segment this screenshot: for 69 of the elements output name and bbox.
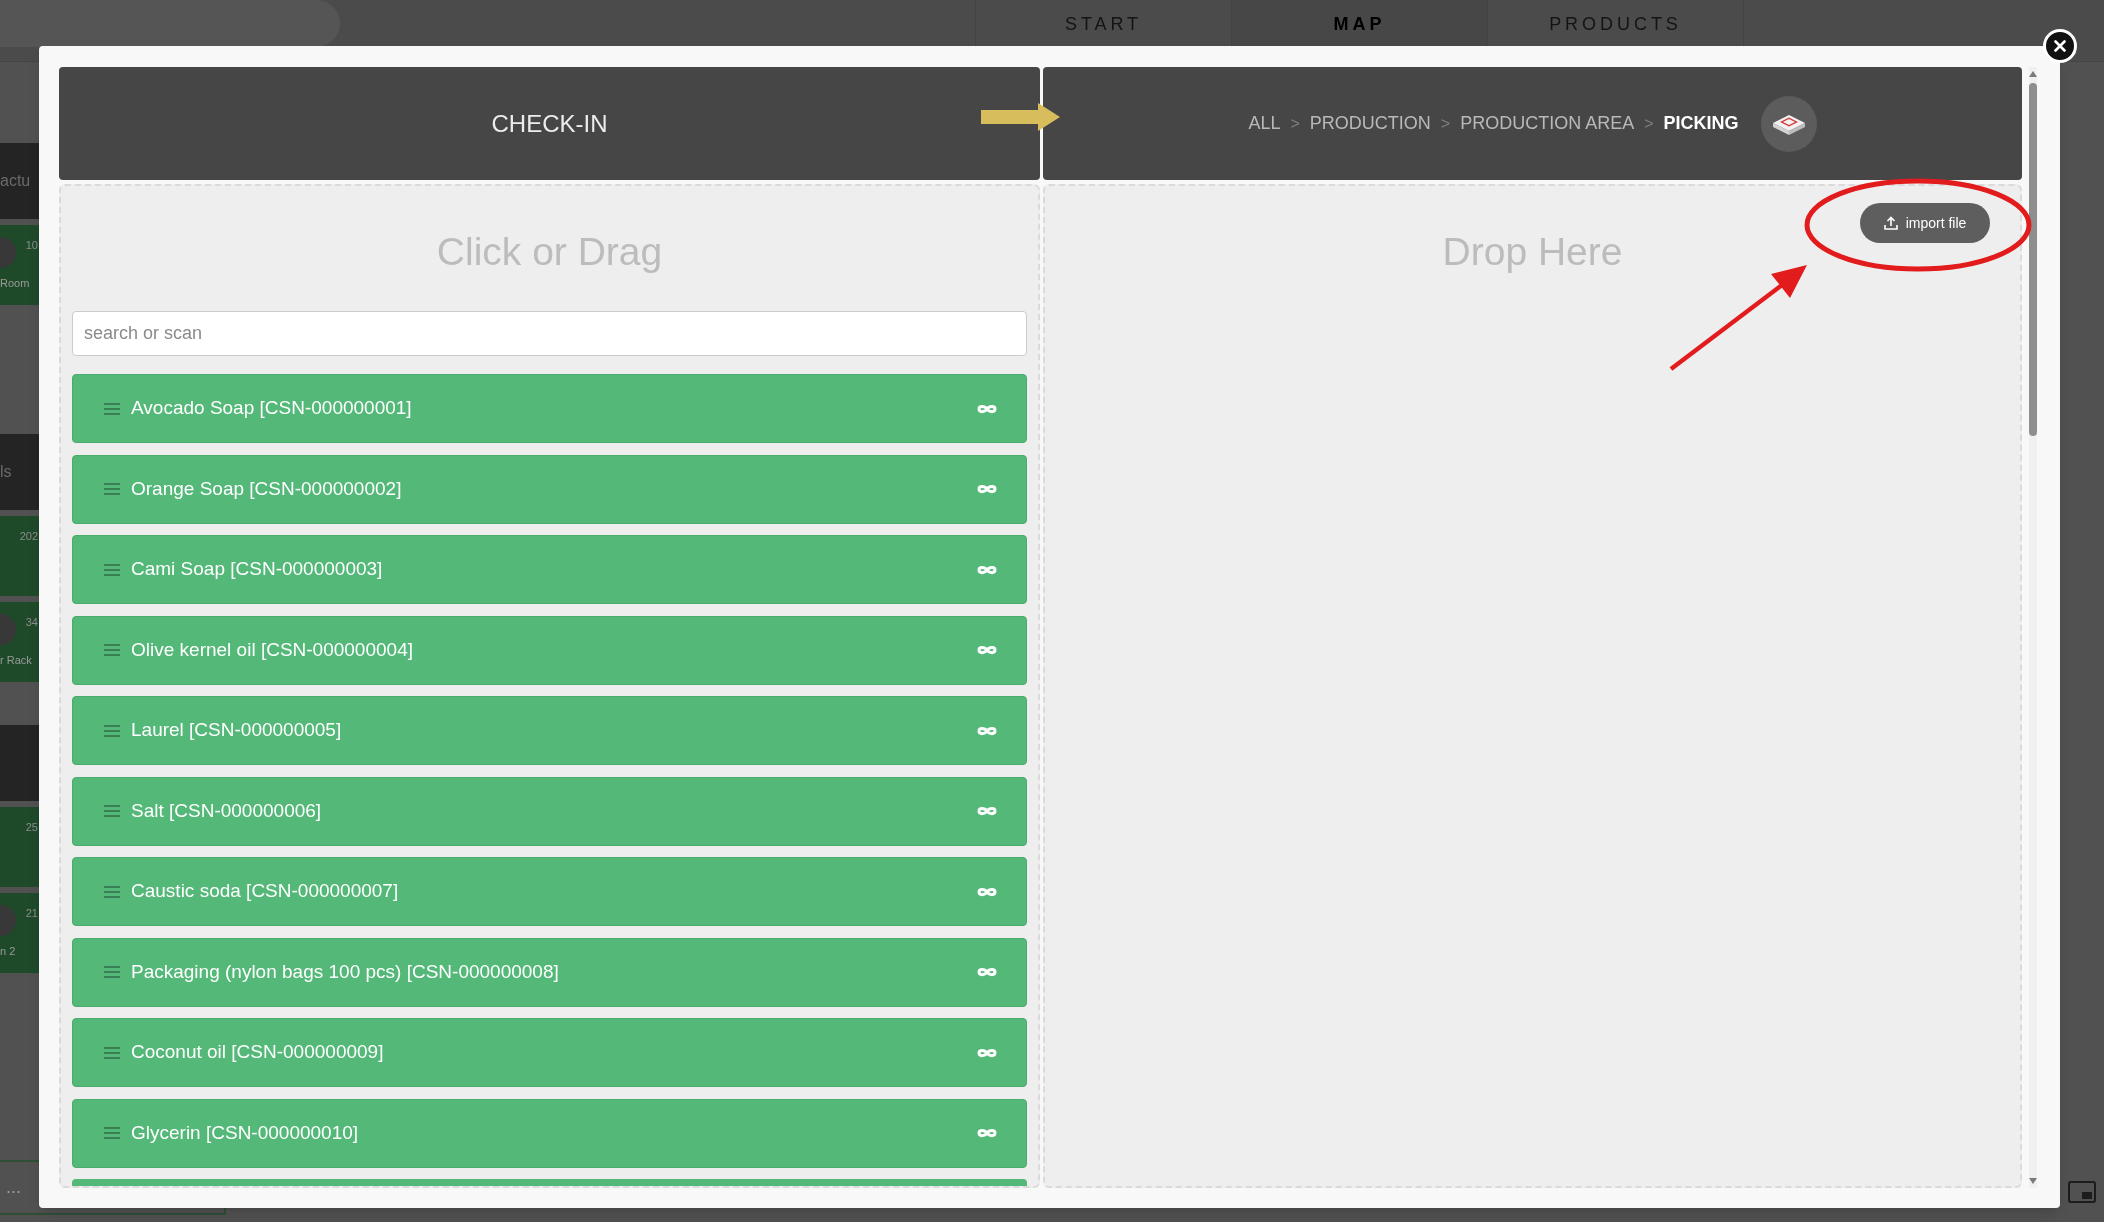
list-item[interactable]: Cami Soap [CSN-000000003]: [72, 535, 1027, 604]
breadcrumb-link[interactable]: PRODUCTION AREA: [1460, 110, 1635, 137]
close-icon: [2054, 40, 2066, 52]
list-item[interactable]: Glycerin [CSN-000000010]: [72, 1098, 1027, 1168]
list-item[interactable]: Packaging (nylon bags 100 pcs) [CSN-000000008]: [72, 937, 1027, 1007]
list-item[interactable]: Avocado Soap [CSN-000000001]: [72, 374, 1027, 443]
list-item[interactable]: Caustic soda [CSN-000000007]: [72, 857, 1027, 926]
thumbnail-icon: [0, 237, 16, 268]
panel-title: CHECK-IN: [491, 108, 608, 139]
card-count: 202: [19, 529, 39, 543]
infinity-icon: [977, 1128, 997, 1138]
breadcrumb-separator: >: [1290, 113, 1300, 134]
product-card[interactable]: 10 Room: [0, 225, 39, 305]
import-file-button[interactable]: import file: [1860, 203, 1990, 243]
list-item[interactable]: Olive kernel oil [CSN-000000004]: [72, 615, 1027, 685]
card-label: Room: [0, 276, 31, 290]
card-count: 25: [25, 820, 39, 834]
drag-handle-icon: [104, 483, 120, 495]
infinity-icon: [977, 645, 997, 655]
product-card[interactable]: 34 r Rack: [0, 602, 39, 682]
drag-handle-icon: [104, 724, 120, 737]
scroll-down-icon[interactable]: [2029, 1178, 2037, 1184]
drag-handle-icon: [104, 1127, 120, 1139]
drag-handle-icon: [104, 966, 120, 978]
input-field[interactable]: [0, 0, 340, 47]
drag-handle-icon: [104, 644, 120, 656]
card-count: 21: [25, 906, 39, 920]
box-icon: [1760, 95, 1817, 152]
card-count: 10: [25, 238, 39, 252]
infinity-icon: [977, 967, 997, 977]
list-item[interactable]: Laurel [CSN-000000005]: [72, 696, 1027, 765]
infinity-icon: [977, 484, 997, 494]
section-title: ls: [0, 462, 12, 482]
breadcrumb-separator: >: [1440, 113, 1451, 134]
breadcrumb-link[interactable]: ALL: [1248, 110, 1281, 137]
footer-text: ...: [5, 1176, 21, 1199]
card-label: r Rack: [0, 653, 33, 667]
right-arrow-icon: [981, 103, 1060, 131]
card-label: n 2: [0, 944, 17, 958]
list-item[interactable]: Orange Soap [CSN-000000002]: [72, 454, 1027, 524]
product-card[interactable]: 202: [0, 516, 39, 596]
list-item[interactable]: Coconut oil [CSN-000000009]: [72, 1018, 1027, 1087]
drag-handle-icon: [104, 402, 120, 415]
list-item[interactable]: Salt [CSN-000000006]: [72, 776, 1027, 846]
breadcrumb-link[interactable]: PRODUCTION: [1309, 110, 1431, 137]
infinity-icon: [977, 403, 997, 414]
product-card[interactable]: 25: [0, 807, 39, 887]
scrollbar-thumb[interactable]: [2029, 83, 2037, 436]
scrollbar[interactable]: [2029, 67, 2037, 1188]
search-field[interactable]: search or scan: [72, 311, 1027, 356]
thumbnail-icon: [0, 614, 16, 645]
drag-handle-icon: [104, 1046, 120, 1059]
upload-icon: [1883, 216, 1898, 230]
infinity-icon: [977, 1047, 997, 1058]
infinity-icon: [977, 725, 997, 736]
drag-handle-icon: [104, 885, 120, 898]
breadcrumb-separator: >: [1644, 113, 1654, 134]
drag-handle-icon: [104, 805, 120, 817]
breadcrumb-link[interactable]: PICKING: [1663, 110, 1739, 137]
window-icon[interactable]: [2068, 1181, 2096, 1203]
infinity-icon: [977, 886, 997, 897]
scroll-up-icon[interactable]: [2029, 71, 2037, 77]
thumbnail-icon: [0, 905, 16, 936]
product-card[interactable]: 21 n 2: [0, 893, 39, 973]
drag-handle-icon: [104, 563, 120, 576]
infinity-icon: [977, 564, 997, 575]
section-title: actu: [0, 171, 31, 191]
card-count: 34: [25, 615, 39, 629]
infinity-icon: [977, 806, 997, 816]
